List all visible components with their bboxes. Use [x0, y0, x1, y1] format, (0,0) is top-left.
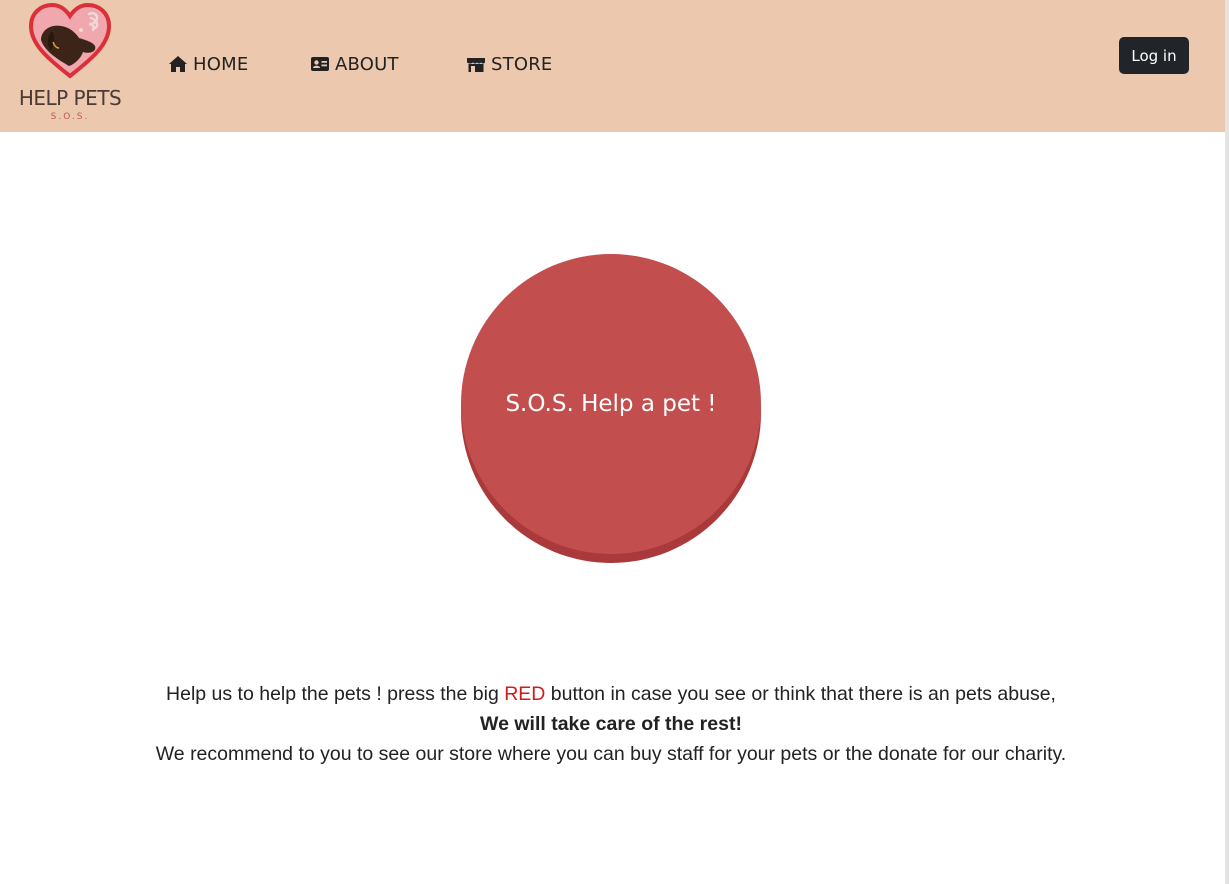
nav-store-label: STORE [491, 53, 553, 75]
navbar: HELP PETS S.O.S. HOME ABOUT STORE Log in [0, 0, 1225, 132]
scrollbar[interactable] [1225, 0, 1229, 884]
intro-line-3: We recommend to you to see our store whe… [155, 743, 1067, 765]
logo[interactable]: HELP PETS S.O.S. [10, 2, 130, 126]
intro-line-2: We will take care of the rest! [480, 713, 742, 735]
home-icon [168, 54, 188, 74]
nav-store[interactable]: STORE [466, 52, 552, 76]
brand-tagline: S.O.S. [50, 112, 90, 122]
intro-line-1-start: Help us to help the pets ! press the big [166, 683, 505, 705]
login-button[interactable]: Log in [1119, 37, 1189, 74]
nav-about[interactable]: ABOUT [310, 52, 399, 76]
nav-home-label: HOME [193, 53, 249, 75]
nav-about-label: ABOUT [335, 53, 399, 75]
sos-help-button[interactable]: S.O.S. Help a pet ! [461, 254, 761, 554]
store-icon [466, 54, 486, 74]
red-highlight: RED [504, 683, 546, 705]
page: HELP PETS S.O.S. HOME ABOUT STORE Log in… [0, 0, 1229, 884]
heart-dog-logo-icon [28, 2, 112, 79]
intro-line-1-end: button in case you see or think that the… [545, 683, 1056, 705]
intro-line-1: Help us to help the pets ! press the big… [0, 679, 1222, 709]
id-card-icon [310, 54, 330, 74]
sos-button-wrapper: S.O.S. Help a pet ! [461, 254, 761, 563]
brand-name: HELP PETS [18, 86, 122, 110]
nav-home[interactable]: HOME [168, 52, 248, 76]
intro-text: Help us to help the pets ! press the big… [0, 679, 1222, 769]
